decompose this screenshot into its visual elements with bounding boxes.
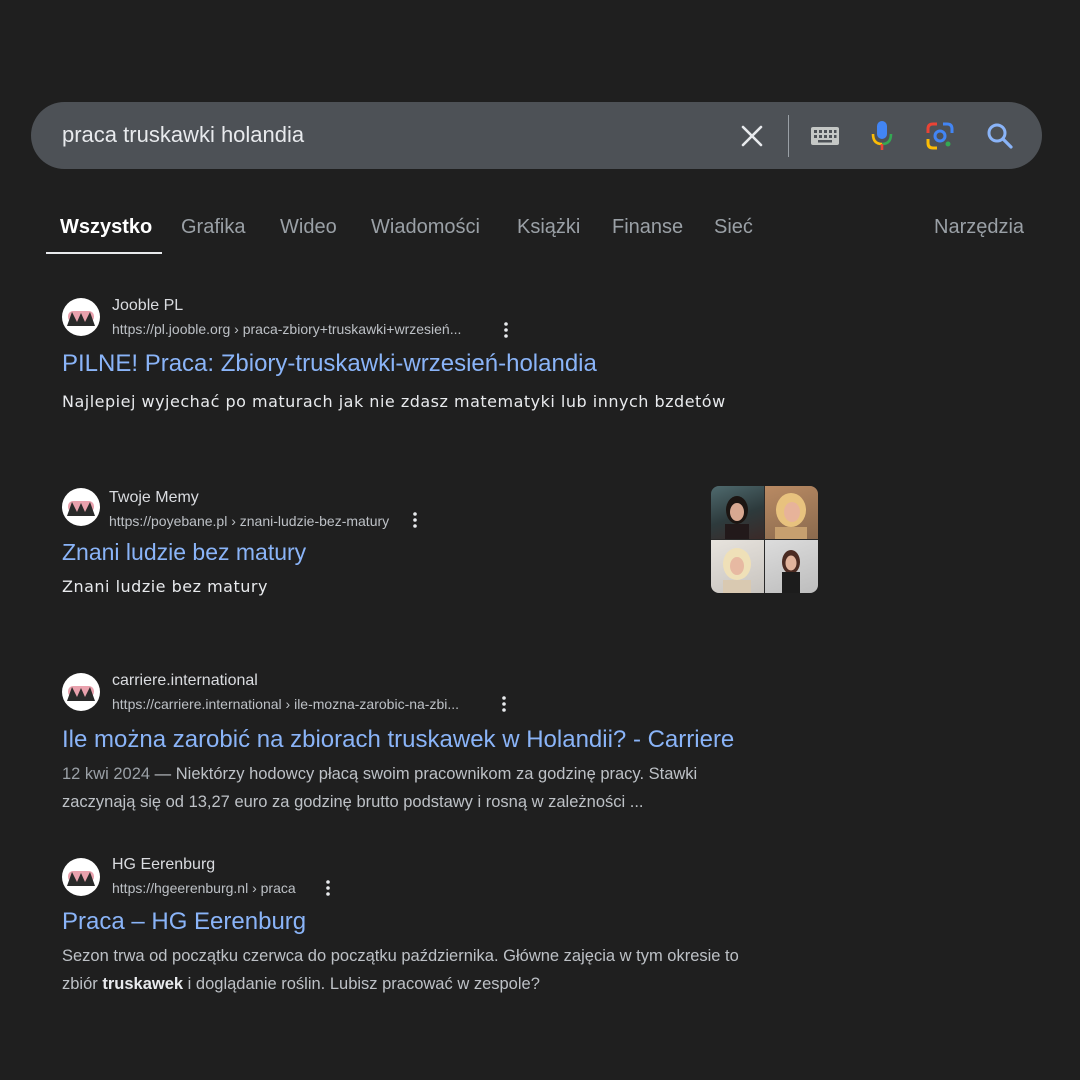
result-thumbnail[interactable] [711, 486, 818, 593]
more-options-icon[interactable] [500, 320, 512, 340]
thumbnail-photo-3 [711, 540, 764, 593]
result-title-link[interactable]: Ile można zarobić na zbiorach truskawek … [62, 726, 734, 754]
tab-news[interactable]: Wiadomości [371, 216, 480, 239]
search-bar[interactable]: praca truskawki holandia [31, 102, 1042, 169]
result-snippet: Sezon trwa od początku czerwca do począt… [62, 947, 739, 965]
result-snippet: 12 kwi 2024 — Niektórzy hodowcy płacą sw… [62, 760, 697, 788]
result-title-link[interactable]: Znani ludzie bez matury [62, 539, 306, 566]
thumbnail-photo-2 [765, 486, 818, 539]
search-input[interactable]: praca truskawki holandia [62, 122, 304, 148]
site-name[interactable]: Twoje Memy [109, 489, 199, 507]
tab-all[interactable]: Wszystko [60, 216, 152, 239]
result-date: 12 kwi 2024 [62, 765, 151, 783]
tools-button[interactable]: Narzędzia [934, 216, 1024, 239]
search-icon[interactable] [984, 120, 1016, 152]
site-name[interactable]: HG Eerenburg [112, 856, 215, 874]
site-url[interactable]: https://pl.jooble.org › praca-zbiory+tru… [112, 321, 461, 337]
tab-finance[interactable]: Finanse [612, 216, 683, 239]
close-icon[interactable] [739, 123, 765, 149]
result-title-link[interactable]: Praca – HG Eerenburg [62, 908, 306, 936]
more-options-icon[interactable] [498, 694, 510, 714]
site-name[interactable]: carriere.international [112, 672, 258, 690]
result-snippet-line2: zbiór truskawek i doglądanie roślin. Lub… [62, 970, 540, 998]
site-favicon-icon [62, 673, 100, 711]
snippet-highlight: truskawek [102, 975, 184, 993]
site-url[interactable]: https://hgeerenburg.nl › praca [112, 880, 296, 896]
active-tab-indicator [46, 252, 162, 254]
result-snippet-line1: — Niektórzy hodowcy płacą swoim pracowni… [150, 765, 698, 783]
thumbnail-photo-4 [765, 540, 818, 593]
snippet-text: zbiór [62, 975, 103, 993]
snippet-text: i doglądanie roślin. Lubisz pracować w z… [183, 975, 540, 993]
camera-lens-icon[interactable] [924, 120, 956, 152]
site-favicon-icon [62, 298, 100, 336]
site-url[interactable]: https://carriere.international › ile-moz… [112, 696, 459, 712]
result-snippet-line2: zaczynają się od 13,27 euro za godzinę b… [62, 793, 644, 811]
result-snippet: Najlepiej wyjechać po maturach jak nie z… [62, 392, 726, 411]
site-favicon-icon [62, 488, 100, 526]
search-bar-divider [788, 115, 789, 157]
search-tabs: Wszystko Grafika Wideo Wiadomości Książk… [0, 200, 1080, 255]
microphone-icon[interactable] [868, 118, 896, 154]
result-snippet: Znani ludzie bez matury [62, 577, 268, 596]
site-name[interactable]: Jooble PL [112, 297, 183, 315]
result-title-link[interactable]: PILNE! Praca: Zbiory-truskawki-wrzesień-… [62, 350, 597, 378]
tab-videos[interactable]: Wideo [280, 216, 337, 239]
keyboard-icon[interactable] [809, 122, 841, 150]
more-options-icon[interactable] [322, 878, 334, 898]
site-url[interactable]: https://poyebane.pl › znani-ludzie-bez-m… [109, 513, 389, 529]
tab-images[interactable]: Grafika [181, 216, 245, 239]
thumbnail-photo-1 [711, 486, 764, 539]
tab-web[interactable]: Sieć [714, 216, 753, 239]
more-options-icon[interactable] [409, 510, 421, 530]
site-favicon-icon [62, 858, 100, 896]
tab-books[interactable]: Książki [517, 216, 580, 239]
